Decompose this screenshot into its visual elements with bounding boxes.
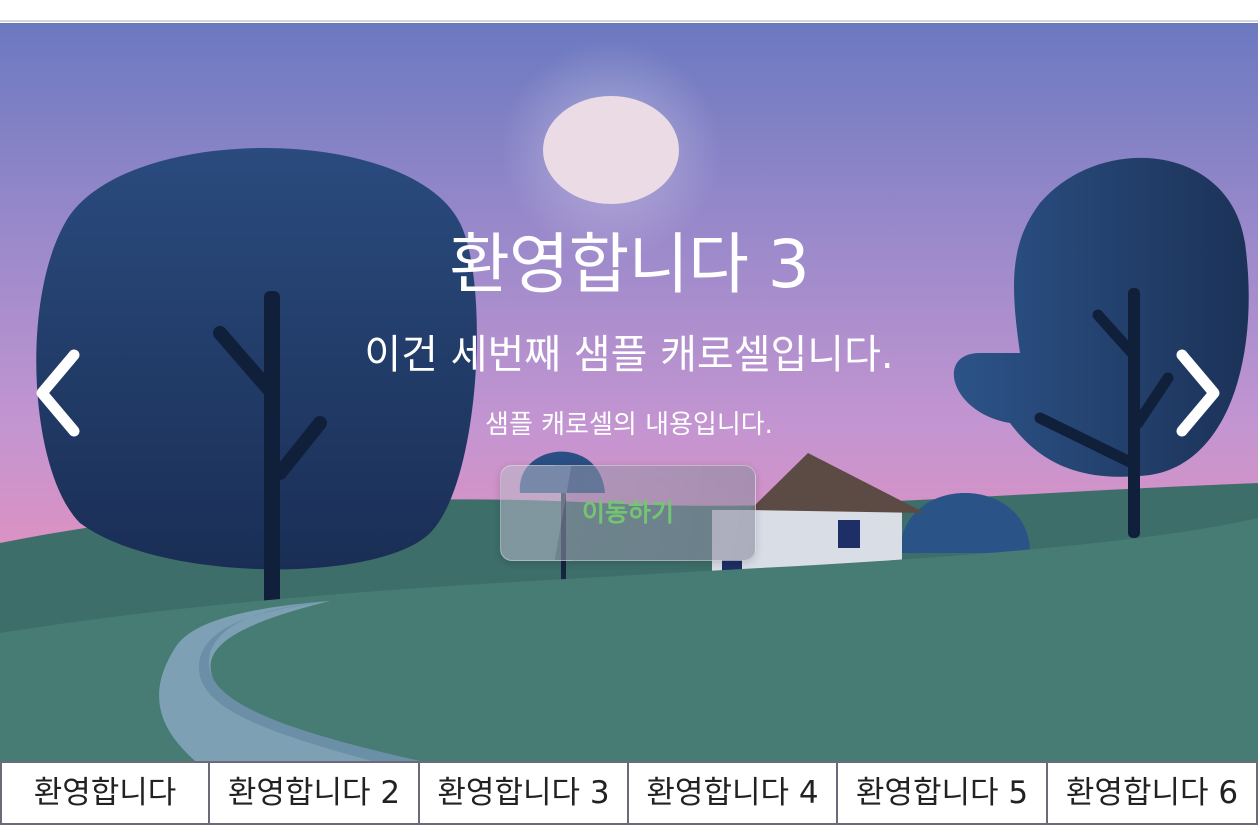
- slide-tab-4[interactable]: 환영합니다 4: [627, 761, 838, 825]
- slide-tab-6[interactable]: 환영합니다 6: [1046, 761, 1258, 825]
- slide-tab-5[interactable]: 환영합니다 5: [836, 761, 1048, 825]
- prev-slide-button[interactable]: [30, 343, 90, 443]
- slide-tab-bar: 환영합니다 환영합니다 2 환영합니다 3 환영합니다 4 환영합니다 5 환영…: [0, 761, 1258, 825]
- slide-tab-2[interactable]: 환영합니다 2: [208, 761, 420, 825]
- bottom-strip: [0, 825, 1258, 838]
- slide-tab-3[interactable]: 환영합니다 3: [418, 761, 629, 825]
- chevron-right-icon: [1176, 349, 1220, 437]
- next-slide-button[interactable]: [1166, 343, 1226, 443]
- top-bar: [0, 0, 1258, 22]
- slide-tab-1[interactable]: 환영합니다: [0, 761, 210, 825]
- go-button[interactable]: 이동하기: [500, 465, 756, 561]
- carousel: 환영합니다 3 이건 세번째 샘플 캐로셀입니다. 샘플 캐로셀의 내용입니다.…: [0, 23, 1258, 761]
- chevron-left-icon: [36, 349, 80, 437]
- slide-background-illustration: [0, 23, 1258, 761]
